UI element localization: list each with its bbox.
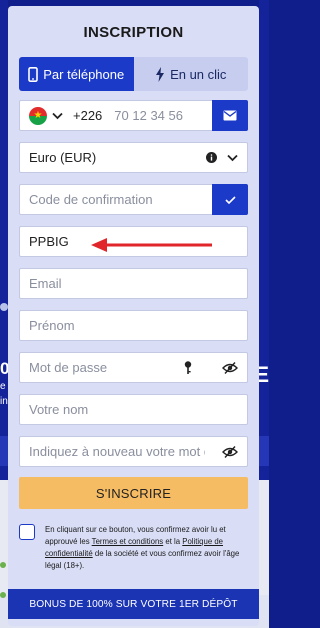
background-text: in [0,396,8,407]
modal-title: INSCRIPTION [83,24,184,41]
lightning-icon [156,66,165,82]
burkina-faso-flag-icon[interactable]: ★ [29,106,47,125]
promo-code-value: PPBIG [29,234,69,249]
info-icon [206,152,217,163]
registration-tabs: Par téléphone En un clic [19,57,248,91]
chevron-down-icon [227,154,238,161]
tab-one-click-label: En un clic [170,66,227,82]
phone-field: ★ +226 [19,100,248,131]
tab-one-click[interactable]: En un clic [133,57,248,91]
send-sms-button[interactable] [212,100,248,131]
email-input[interactable] [20,275,247,292]
first-name-input[interactable] [20,317,247,334]
arrow-annotation-icon [91,238,212,252]
currency-select[interactable]: Euro (EUR) [19,142,248,173]
background-text: e [0,381,6,392]
password-field [19,352,248,383]
envelope-icon [223,110,237,121]
email-field [19,268,248,299]
currency-value: Euro (EUR) [29,150,97,165]
password-repeat-field [19,436,248,467]
first-name-field [19,310,248,341]
tab-phone-label: Par téléphone [43,66,125,82]
confirmation-code-input[interactable] [20,191,211,208]
registration-modal: INSCRIPTION Par téléphone En un clic ★ +… [8,6,259,626]
phone-input[interactable] [102,107,217,124]
password-repeat-input[interactable] [20,443,207,460]
terms-link[interactable]: Termes et conditions [92,537,164,546]
key-icon [184,360,192,374]
chevron-down-icon[interactable] [52,112,63,120]
consent-text-part: et la [163,537,183,546]
tab-phone[interactable]: Par téléphone [19,57,134,91]
country-code: +226 [73,108,103,123]
eye-slash-icon[interactable] [222,361,238,374]
consent-text: En cliquant sur ce bouton, vous confirme… [45,524,253,572]
register-button[interactable]: S'INSCRIRE [19,477,248,509]
confirmation-code-field [19,184,248,215]
consent-checkbox[interactable] [19,524,35,540]
background-green-dot [0,592,6,598]
last-name-input[interactable] [20,401,247,418]
background-slider-dot [0,303,8,311]
password-input[interactable] [20,359,171,376]
background-green-dot [0,562,6,568]
confirm-code-button[interactable] [212,184,248,215]
bonus-banner[interactable]: BONUS DE 100% SUR VOTRE 1ER DÉPÔT [8,589,259,619]
phone-icon [28,66,39,82]
eye-slash-icon[interactable] [222,445,238,458]
check-icon [224,195,236,204]
last-name-field [19,394,248,425]
